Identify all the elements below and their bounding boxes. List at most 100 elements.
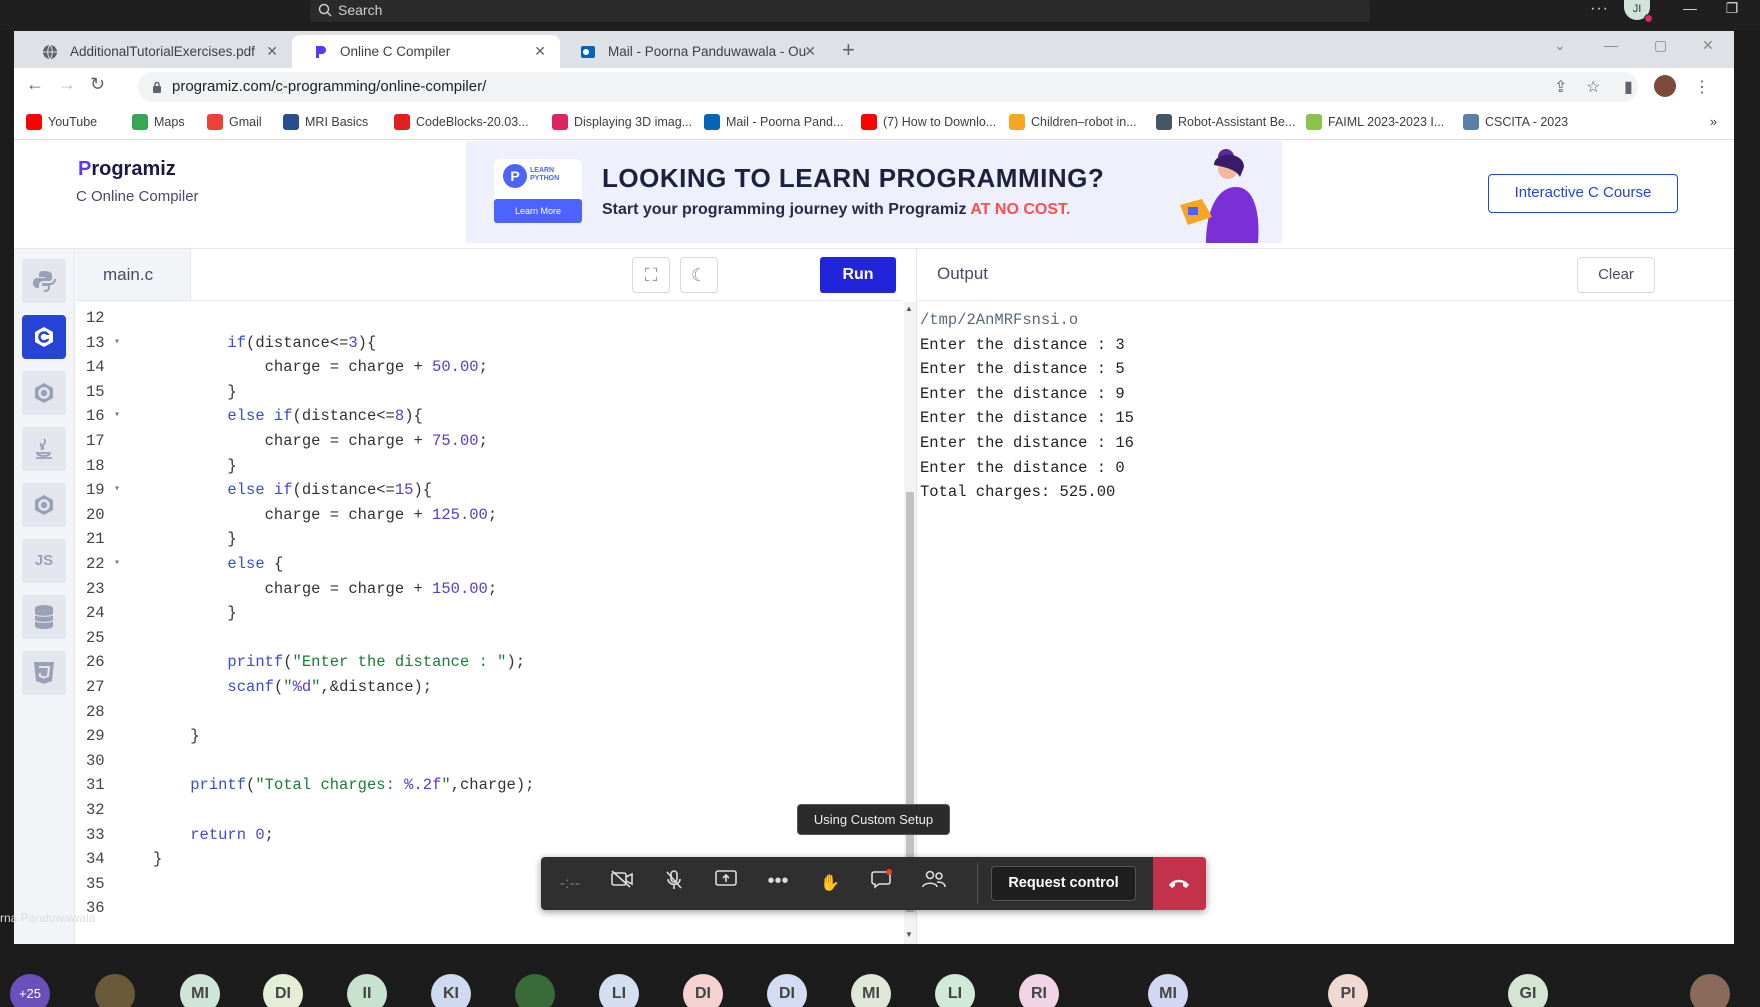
participant-avatar[interactable] [95,974,135,1007]
reload-icon[interactable]: ↻ [90,74,105,95]
code-line[interactable]: 20 charge = charge + 125.00; [76,503,896,528]
participant-avatar[interactable]: LI [935,974,975,1007]
code-line[interactable]: 30 [76,749,896,774]
run-button[interactable]: Run [820,257,896,293]
participant-avatar[interactable]: MI [1148,974,1188,1007]
participant-avatar[interactable]: II [347,974,387,1007]
participant-avatar[interactable]: KI [431,974,471,1007]
participant-avatar[interactable]: LI [599,974,639,1007]
close-tab-icon[interactable]: ✕ [534,35,546,68]
bookmark-item[interactable]: YouTube [26,113,97,131]
hang-up-button[interactable] [1153,857,1206,910]
share-icon[interactable]: ⇪ [1554,77,1567,97]
code-line[interactable]: 32 [76,798,896,823]
teams-search-input[interactable]: Search [310,0,1370,22]
code-line[interactable]: 28 [76,700,896,725]
code-line[interactable]: 12 [76,306,896,331]
participant-avatar[interactable] [515,974,555,1007]
code-line[interactable]: 19 ▾ else if(distance<=15){ [76,478,896,503]
bookmark-item[interactable]: CSCITA - 2023 [1463,113,1568,131]
more-options-icon[interactable]: ··· [1590,0,1609,18]
lang-js-icon[interactable]: JS [22,539,66,583]
code-line[interactable]: 15 } [76,380,896,405]
code-line[interactable]: 18 } [76,454,896,479]
fold-arrow-icon[interactable]: ▾ [114,552,120,577]
ad-banner[interactable]: P LEARN PYTHON Learn More LOOKING TO LEAR… [466,141,1282,243]
code-editor[interactable]: 12 13 ▾ if(distance<=3){14 charge = charge… [76,302,902,944]
bookmark-item[interactable]: Maps [132,113,185,131]
dark-mode-icon[interactable]: ☾ [680,257,718,293]
fullscreen-icon[interactable]: ⛶ [632,257,670,293]
profile-avatar[interactable] [1654,75,1676,97]
learn-more-button[interactable]: Learn More [494,199,582,223]
code-line[interactable]: 21 } [76,527,896,552]
new-tab-button[interactable]: + [842,35,855,65]
file-tab-main-c[interactable]: main.c [76,249,191,300]
tab-pdf[interactable]: AdditionalTutorialExercises.pdf ✕ [22,35,292,68]
scroll-thumb[interactable] [906,492,914,912]
bookmark-item[interactable]: CodeBlocks-20.03... [394,113,529,131]
address-bar[interactable]: programiz.com/c-programming/online-compi… [138,72,1638,102]
code-line[interactable]: 17 charge = charge + 75.00; [76,429,896,454]
lang-cpp-icon[interactable] [22,371,66,415]
camera-off-icon[interactable] [607,869,637,899]
more-participants-badge[interactable]: +25 [10,974,50,1007]
code-line[interactable]: 23 charge = charge + 150.00; [76,577,896,602]
bookmark-item[interactable]: FAIML 2023-2023 I... [1306,113,1444,131]
code-line[interactable]: 14 charge = charge + 50.00; [76,355,896,380]
lang-html-icon[interactable] [22,651,66,695]
code-line[interactable]: 16 ▾ else if(distance<=8){ [76,404,896,429]
code-line[interactable]: 33 return 0; [76,823,896,848]
interactive-c-course-button[interactable]: Interactive C Course [1488,174,1678,213]
code-line[interactable]: 24 } [76,601,896,626]
code-line[interactable]: 31 printf("Total charges: %.2f",charge); [76,773,896,798]
back-icon[interactable]: ← [26,74,44,95]
bookmark-item[interactable]: Gmail [207,113,262,131]
tab-online-compiler[interactable]: Online C Compiler ✕ [292,35,560,68]
clear-button[interactable]: Clear [1577,257,1655,293]
share-screen-icon[interactable] [711,869,741,899]
minimize-icon[interactable]: — [1680,0,1700,16]
programiz-logo[interactable]: Programiz [78,158,176,181]
bookmarks-overflow-icon[interactable]: » [1710,113,1717,131]
code-line[interactable]: 26 printf("Enter the distance : "); [76,650,896,675]
lang-sql-icon[interactable] [22,595,66,639]
chat-icon[interactable] [867,869,897,899]
request-control-button[interactable]: Request control [991,866,1136,901]
bookmark-star-icon[interactable]: ☆ [1586,77,1600,97]
fold-arrow-icon[interactable]: ▾ [114,331,120,356]
user-avatar[interactable]: JI [1624,0,1653,23]
lang-java-icon[interactable] [22,427,66,471]
fold-arrow-icon[interactable]: ▾ [114,478,120,503]
lang-python-icon[interactable] [22,259,66,303]
code-line[interactable]: 29 } [76,724,896,749]
tab-search-icon[interactable]: ⌄ [1554,37,1566,54]
participant-avatar[interactable]: DI [683,974,723,1007]
participant-avatar[interactable]: DI [767,974,807,1007]
code-line[interactable]: 13 ▾ if(distance<=3){ [76,331,896,356]
bookmark-item[interactable]: Robot-Assistant Be... [1156,113,1295,131]
bookmark-item[interactable]: (7) How to Downlo... [861,113,996,131]
participant-avatar[interactable]: MI [851,974,891,1007]
mic-off-icon[interactable] [659,869,689,899]
participant-avatar[interactable]: PI [1328,974,1368,1007]
bookmark-item[interactable]: MRI Basics [283,113,368,131]
bookmark-item[interactable]: Children–robot in... [1009,113,1137,131]
lang-csharp-icon[interactable] [22,483,66,527]
more-actions-icon[interactable]: ••• [763,869,793,899]
forward-icon[interactable]: → [58,74,76,95]
participant-avatar[interactable]: GI [1508,974,1548,1007]
editor-scrollbar[interactable]: ▲ ▼ [904,302,916,944]
fold-arrow-icon[interactable]: ▾ [114,404,120,429]
close-tab-icon[interactable]: ✕ [804,35,816,68]
restore-icon[interactable]: ❐ [1722,0,1742,17]
window-maximize-icon[interactable]: ▢ [1654,37,1667,54]
bookmark-item[interactable]: Displaying 3D imag... [552,113,692,131]
code-line[interactable]: 22 ▾ else { [76,552,896,577]
participant-avatar[interactable]: DI [263,974,303,1007]
side-panel-icon[interactable]: ▮ [1624,77,1633,97]
code-line[interactable]: 27 scanf("%d",&distance); [76,675,896,700]
panel-divider[interactable] [916,249,917,944]
window-close-icon[interactable]: ✕ [1702,37,1714,54]
raise-hand-icon[interactable]: ✋ [815,869,845,899]
